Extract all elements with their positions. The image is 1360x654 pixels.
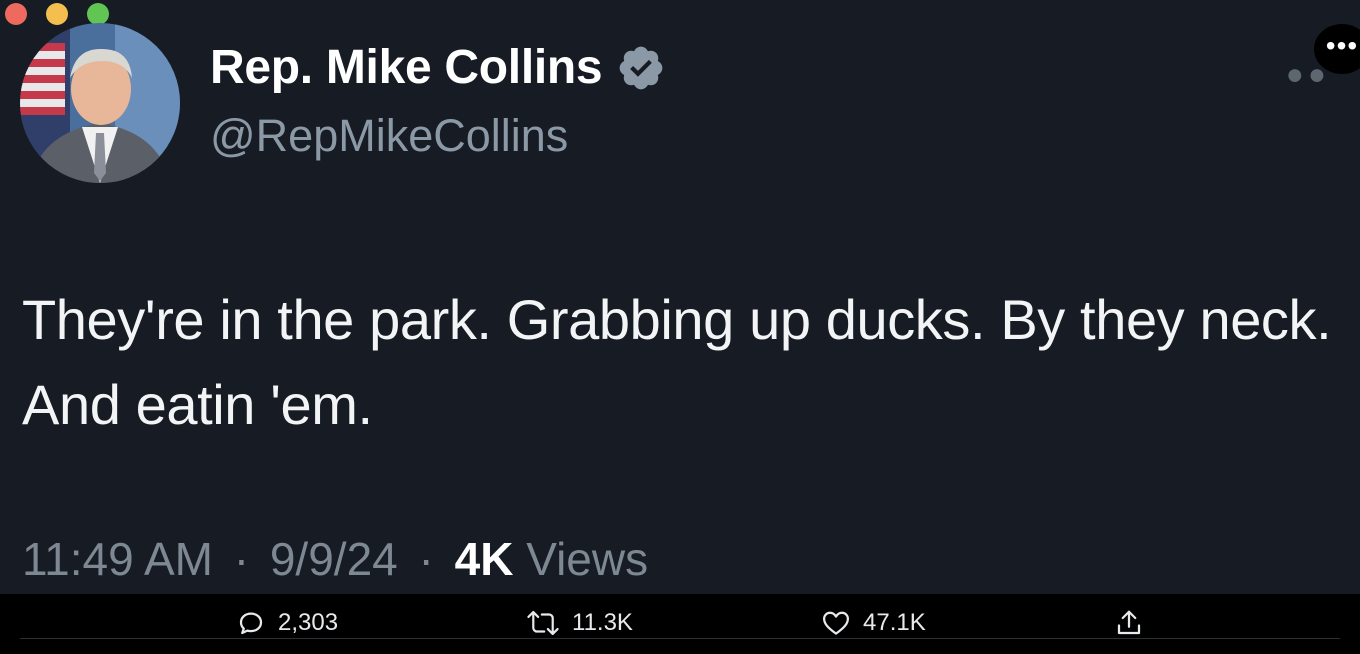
reply-icon (236, 608, 266, 638)
views-label: Views (526, 533, 649, 585)
avatar[interactable] (20, 23, 180, 183)
tweet-window: Rep. Mike Collins @RepMikeCollins ●● •••… (0, 0, 1360, 654)
window-controls (5, 3, 109, 25)
author-handle[interactable]: @RepMikeCollins (210, 110, 568, 162)
reply-button[interactable]: 2,303 (236, 608, 338, 638)
action-bar: 2,303 11.3K 47.1K (0, 594, 1360, 654)
tweet-text: They're in the park. Grabbing up ducks. … (22, 288, 1332, 436)
like-button[interactable]: 47.1K (821, 608, 926, 638)
heart-icon (821, 608, 851, 638)
author-name[interactable]: Rep. Mike Collins (210, 40, 603, 95)
verified-badge-icon (616, 43, 666, 93)
minimize-window-button[interactable] (46, 3, 68, 25)
close-window-button[interactable] (5, 3, 27, 25)
meta-separator: · (418, 533, 434, 585)
like-count: 47.1K (863, 609, 926, 636)
share-icon (1114, 608, 1144, 638)
action-divider (20, 638, 1340, 639)
retweet-button[interactable]: 11.3K (526, 608, 633, 638)
retweet-icon (526, 608, 560, 638)
avatar-photo-icon (20, 23, 180, 183)
meta-separator: · (233, 533, 250, 585)
tweet-date[interactable]: 9/9/24 (270, 533, 398, 585)
tweet-meta: 11:49 AM · 9/9/24 · 4K Views (22, 532, 648, 586)
author-name-row: Rep. Mike Collins (210, 40, 666, 95)
zoom-window-button[interactable] (87, 3, 109, 25)
tweet-time[interactable]: 11:49 AM (22, 533, 213, 585)
reply-count: 2,303 (278, 609, 339, 636)
views-count: 4K (454, 533, 514, 585)
retweet-count: 11.3K (572, 609, 633, 636)
share-button[interactable] (1114, 608, 1144, 638)
